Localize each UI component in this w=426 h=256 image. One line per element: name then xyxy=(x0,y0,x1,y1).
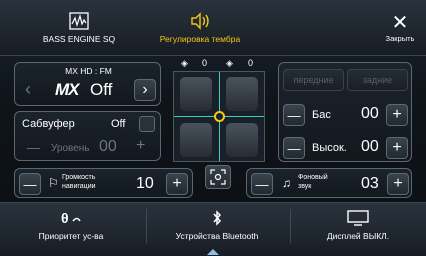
rear-balance-value: 0 xyxy=(248,58,254,68)
bottom-bar: θ Приоритет ус-ва Устройства Bluetooth Д… xyxy=(0,202,426,256)
bass-engine-label: BASS ENGINE SQ xyxy=(42,34,116,44)
priority-device-icon: θ xyxy=(61,210,81,226)
close-button[interactable]: ✕ Закрыть xyxy=(374,0,426,56)
bass-minus-button[interactable]: — xyxy=(283,104,305,126)
nav-volume-icon: ⚐ xyxy=(48,176,59,190)
source-label: MX HD : FM xyxy=(65,66,112,76)
treble-value: 00 xyxy=(361,138,379,155)
bluetooth-label: Устройства Bluetooth xyxy=(175,230,259,241)
close-icon: ✕ xyxy=(391,11,409,34)
top-bar: BASS ENGINE SQ Регулировка тембра ✕ Закр… xyxy=(0,0,426,56)
bass-plus-button[interactable]: + xyxy=(386,104,408,126)
nav-volume-value: 10 xyxy=(136,175,154,192)
level-label: Уровень xyxy=(51,143,90,154)
nav-volume-plus-button[interactable]: + xyxy=(166,173,188,195)
timbre-label: Регулировка тембра xyxy=(159,34,241,44)
mx-logo: MX xyxy=(55,80,79,99)
bluetooth-devices-button[interactable]: Устройства Bluetooth xyxy=(146,203,288,247)
bg-sound-minus-button[interactable]: — xyxy=(251,173,273,195)
balance-map[interactable] xyxy=(173,71,265,162)
treble-minus-button[interactable]: — xyxy=(283,137,305,159)
bass-label: Бас xyxy=(312,109,331,121)
bg-sound-plus-button[interactable]: + xyxy=(387,173,409,195)
priority-button[interactable]: θ Приоритет ус-ва xyxy=(0,203,142,247)
bg-sound-value: 03 xyxy=(361,175,379,192)
balance-arrows-icon: ◈ xyxy=(226,58,233,68)
nav-volume-label-1: Громкость xyxy=(62,174,96,181)
close-label: Закрыть xyxy=(385,33,415,43)
level-value: 00 xyxy=(99,138,117,155)
front-right-seat-icon xyxy=(226,77,258,111)
svg-text:θ: θ xyxy=(61,210,69,226)
bg-sound-panel: — ♫ Фоновый звук 03 + xyxy=(246,168,412,198)
monitor-icon xyxy=(347,209,369,226)
rear-right-seat-icon xyxy=(226,123,258,157)
treble-label: Высок. xyxy=(312,142,347,154)
priority-label: Приоритет ус-ва xyxy=(38,230,104,241)
level-plus-button[interactable]: + xyxy=(136,137,145,155)
bg-sound-label-1: Фоновый xyxy=(298,174,328,181)
mx-prev-button[interactable]: ‹ xyxy=(25,79,31,100)
front-tab[interactable]: передние xyxy=(283,69,344,91)
speaker-icon xyxy=(191,12,209,30)
bg-sound-icon: ♫ xyxy=(282,176,291,190)
bluetooth-icon xyxy=(213,209,222,226)
front-balance-value: 0 xyxy=(202,58,208,68)
rear-tab[interactable]: задние xyxy=(347,69,408,91)
center-balance-button[interactable] xyxy=(205,165,231,189)
level-minus-button[interactable]: — xyxy=(27,140,40,155)
subwoofer-panel: Сабвуфер Off — Уровень 00 + xyxy=(14,111,161,161)
rear-left-seat-icon xyxy=(180,123,212,157)
subwoofer-label: Сабвуфер xyxy=(22,118,75,130)
subwoofer-state: Off xyxy=(111,118,126,130)
treble-plus-button[interactable]: + xyxy=(386,137,408,159)
bg-sound-label-2: звук xyxy=(298,183,312,190)
expand-handle-icon[interactable] xyxy=(207,249,219,255)
nav-volume-minus-button[interactable]: — xyxy=(19,173,41,195)
balance-point-icon[interactable] xyxy=(214,111,225,122)
mx-panel: MX HD : FM ‹ MX Off › xyxy=(14,62,161,106)
center-target-icon xyxy=(210,169,226,185)
mx-next-button[interactable]: › xyxy=(134,79,156,101)
subwoofer-toggle[interactable] xyxy=(139,116,155,132)
nav-volume-label-2: навигации xyxy=(62,183,96,190)
display-off-label: Дисплей ВЫКЛ. xyxy=(326,230,390,241)
front-arrows-icon: ◈ xyxy=(181,58,188,68)
screen: BASS ENGINE SQ Регулировка тембра ✕ Закр… xyxy=(0,0,426,256)
nav-volume-panel: — ⚐ Громкость навигации 10 + xyxy=(14,168,193,198)
waveform-icon xyxy=(69,12,89,30)
display-off-button[interactable]: Дисплей ВЫКЛ. xyxy=(290,203,426,247)
front-left-seat-icon xyxy=(180,77,212,111)
bass-value: 00 xyxy=(361,105,379,122)
timbre-tab[interactable]: Регулировка тембра xyxy=(140,0,260,56)
eq-panel: передние задние — Бас 00 + — Высок. 00 + xyxy=(278,62,412,162)
bass-engine-button[interactable]: BASS ENGINE SQ xyxy=(24,0,134,56)
mx-state: Off xyxy=(90,80,113,99)
